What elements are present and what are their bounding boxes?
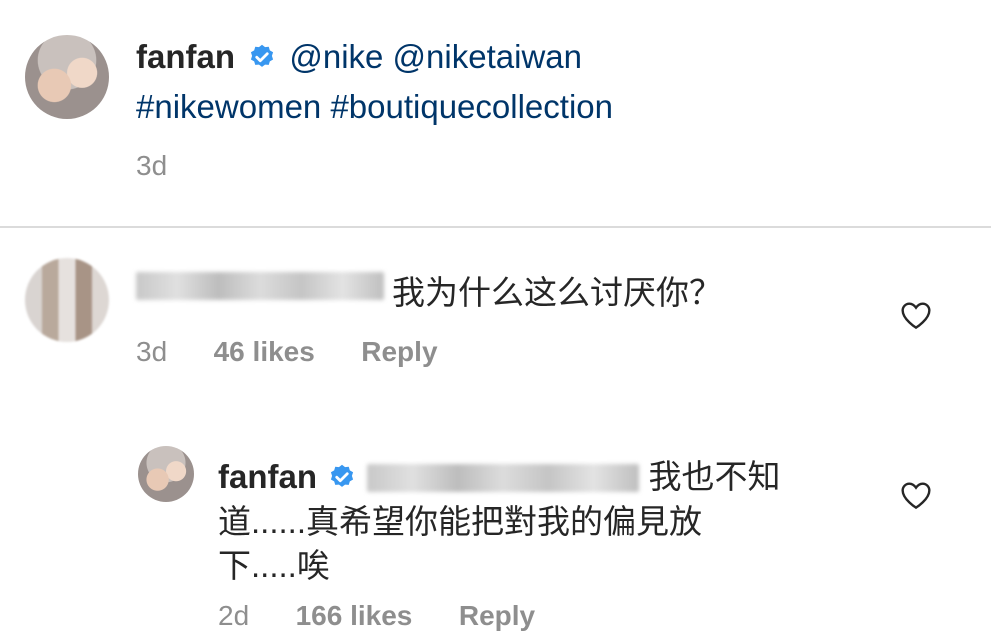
commenter-avatar[interactable] — [25, 258, 109, 342]
post-time: 3d — [136, 150, 168, 181]
reply-line1: fanfan 我也不知 — [218, 450, 781, 499]
mentioned-username-blurred[interactable] — [367, 464, 640, 492]
reply-avatar[interactable] — [138, 446, 194, 502]
reply-meta: 2d 166 likes Reply — [218, 600, 535, 632]
post-hashtags[interactable]: #nikewomen #boutiquecollection — [136, 88, 613, 126]
comment-reply-button[interactable]: Reply — [361, 336, 437, 367]
reply-text-line1: 我也不知 — [648, 458, 781, 495]
post-caption-line1: fanfan @nike @niketaiwan — [136, 38, 582, 79]
post-avatar[interactable] — [25, 35, 109, 119]
reply-reply-button[interactable]: Reply — [459, 600, 535, 631]
post-mentions[interactable]: @nike @niketaiwan — [289, 38, 582, 75]
verified-badge-icon — [248, 41, 276, 79]
comment-likes[interactable]: 46 likes — [214, 336, 315, 367]
reply-text-line2: 道......真希望你能把對我的偏見放 — [218, 503, 703, 540]
comment-time: 3d — [136, 336, 168, 367]
reply-time: 2d — [218, 600, 250, 631]
reply-username[interactable]: fanfan — [218, 458, 317, 495]
divider — [0, 226, 991, 228]
comment-meta: 3d 46 likes Reply — [136, 336, 438, 368]
heart-icon[interactable] — [900, 480, 932, 510]
reply-likes[interactable]: 166 likes — [296, 600, 413, 631]
reply-text-line3: 下.....唉 — [218, 547, 330, 584]
heart-icon[interactable] — [900, 300, 932, 330]
comment-text: 我为什么这么讨厌你？ — [392, 274, 722, 311]
verified-badge-icon — [328, 461, 356, 499]
commenter-username-blurred[interactable] — [136, 272, 384, 300]
post-username[interactable]: fanfan — [136, 38, 235, 75]
